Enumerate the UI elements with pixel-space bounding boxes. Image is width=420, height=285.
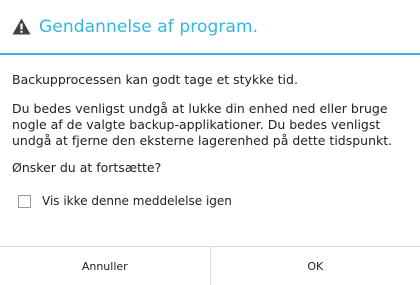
dont-show-again-row[interactable]: Vis ikke denne meddelelse igen xyxy=(18,193,408,209)
message-intro: Backupprocessen kan godt tage et stykke … xyxy=(12,72,298,87)
restore-dialog: Gendannelse af program. Backupprocessen … xyxy=(0,0,420,285)
dialog-title-bar: Gendannelse af program. xyxy=(0,0,420,53)
dialog-title: Gendannelse af program. xyxy=(39,16,259,37)
ok-button[interactable]: OK xyxy=(210,247,420,285)
dialog-button-bar: Annuller OK xyxy=(0,246,420,285)
warning-icon xyxy=(12,18,31,35)
dont-show-again-label[interactable]: Vis ikke denne meddelelse igen xyxy=(42,193,232,209)
dont-show-again-checkbox[interactable] xyxy=(18,194,31,208)
cancel-button[interactable]: Annuller xyxy=(0,247,211,285)
dialog-body: Backupprocessen kan godt tage et stykke … xyxy=(0,55,420,209)
message-warning: Du bedes venligst undgå at lukke din enh… xyxy=(12,101,393,148)
message-question: Ønsker du at fortsætte? xyxy=(12,160,162,175)
